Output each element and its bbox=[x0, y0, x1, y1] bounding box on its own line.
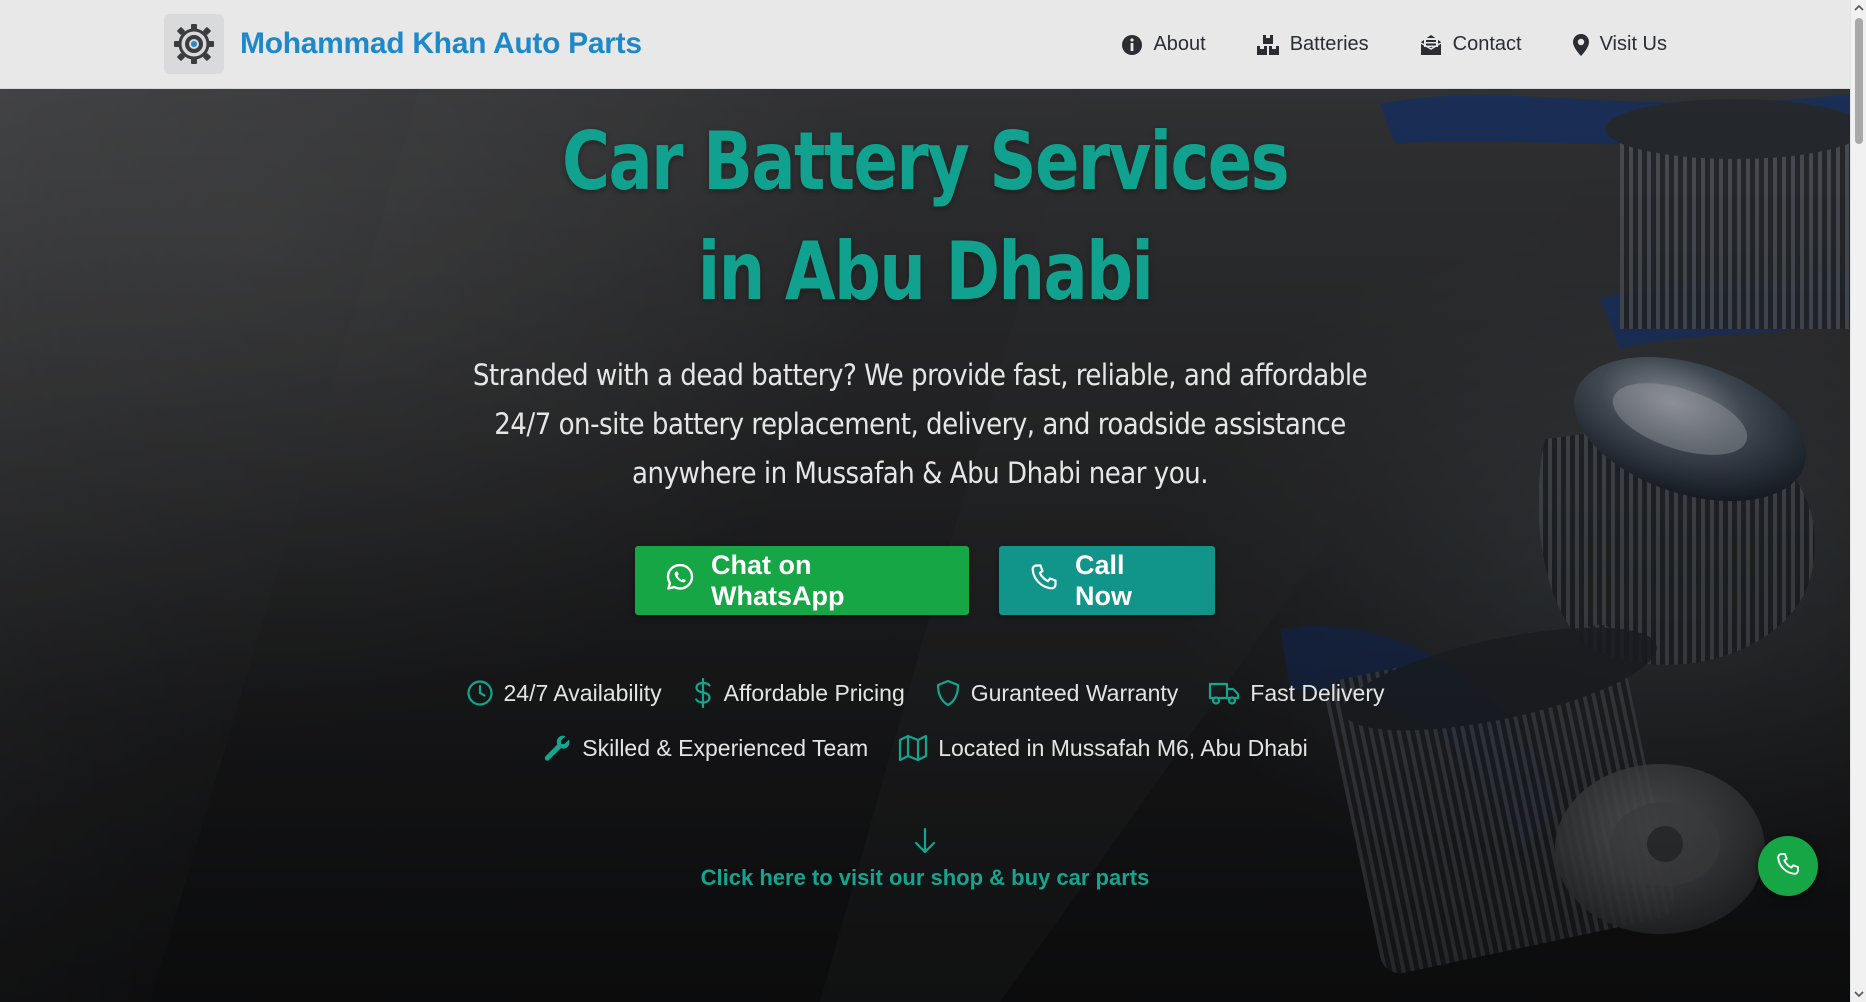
nav-label-contact: Contact bbox=[1452, 33, 1522, 55]
nav-item-about[interactable]: About bbox=[1121, 33, 1206, 56]
arrow-down-icon bbox=[0, 827, 1850, 861]
feature-item: Guranteed Warranty bbox=[935, 679, 1179, 707]
shop-link[interactable]: Click here to visit our shop & buy car p… bbox=[0, 827, 1850, 891]
phone-icon bbox=[1029, 562, 1059, 599]
features-row-2: Skilled & Experienced Team Located in Mu… bbox=[542, 733, 1308, 763]
brand-name: Mohammad Khan Auto Parts bbox=[240, 27, 642, 60]
scroll-down-icon[interactable] bbox=[1851, 986, 1866, 1002]
floating-call-button[interactable] bbox=[1758, 836, 1818, 896]
hero-title-line-1: Car Battery Services bbox=[561, 115, 1290, 208]
clock-icon bbox=[466, 679, 494, 707]
feature-label: 24/7 Availability bbox=[503, 679, 662, 706]
envelope-icon bbox=[1419, 34, 1443, 56]
nav-label-visit-us: Visit Us bbox=[1599, 33, 1667, 55]
feature-label: Guranteed Warranty bbox=[970, 679, 1179, 706]
feature-item: Located in Mussafah M6, Abu Dhabi bbox=[898, 734, 1308, 762]
feature-label: Fast Delivery bbox=[1250, 679, 1385, 706]
feature-item: Affordable Pricing bbox=[692, 678, 905, 708]
page: Mohammad Khan Auto Parts About Batteries… bbox=[0, 0, 1866, 1002]
site-header: Mohammad Khan Auto Parts About Batteries… bbox=[0, 0, 1850, 89]
nav-item-visit-us[interactable]: Visit Us bbox=[1572, 33, 1667, 57]
wrench-icon bbox=[542, 733, 572, 763]
shield-icon bbox=[935, 679, 961, 707]
feature-label: Skilled & Experienced Team bbox=[582, 734, 869, 761]
hero-title: Car Battery Services in Abu Dhabi bbox=[167, 107, 1684, 327]
whatsapp-icon bbox=[665, 562, 695, 599]
call-now-button-label: Call Now bbox=[1075, 549, 1132, 611]
feature-item: Fast Delivery bbox=[1208, 680, 1384, 707]
whatsapp-button-label: Chat on WhatsApp bbox=[711, 549, 845, 611]
nav-item-contact[interactable]: Contact bbox=[1419, 33, 1522, 56]
dollar-icon bbox=[692, 678, 714, 708]
main-nav: About Batteries Contact Visit Us bbox=[1121, 0, 1667, 89]
nav-label-about: About bbox=[1153, 33, 1206, 55]
feature-item: Skilled & Experienced Team bbox=[542, 733, 868, 763]
feature-label: Located in Mussafah M6, Abu Dhabi bbox=[938, 734, 1308, 761]
nav-item-batteries[interactable]: Batteries bbox=[1256, 33, 1369, 56]
features-list: 24/7 Availability Affordable Pricing Gur… bbox=[0, 678, 1850, 763]
phone-icon bbox=[1775, 851, 1801, 882]
boxes-icon bbox=[1256, 34, 1280, 56]
feature-item: 24/7 Availability bbox=[466, 679, 662, 707]
truck-icon bbox=[1208, 680, 1240, 706]
whatsapp-button[interactable]: Chat on WhatsApp bbox=[635, 546, 969, 615]
info-icon bbox=[1121, 34, 1143, 56]
map-pin-icon bbox=[1572, 33, 1590, 57]
brand-link[interactable]: Mohammad Khan Auto Parts bbox=[164, 14, 642, 74]
gear-logo-icon bbox=[164, 14, 224, 74]
hero-section: Car Battery Services in Abu Dhabi Strand… bbox=[0, 89, 1850, 1002]
page-scrollbar[interactable] bbox=[1850, 0, 1866, 1002]
nav-label-batteries: Batteries bbox=[1289, 33, 1369, 55]
cta-buttons: Chat on WhatsApp Call Now bbox=[0, 546, 1850, 615]
shop-link-label: Click here to visit our shop & buy car p… bbox=[700, 865, 1150, 890]
map-icon bbox=[898, 734, 928, 762]
hero-subtitle: Stranded with a dead battery? We provide… bbox=[472, 358, 1368, 490]
features-row-1: 24/7 Availability Affordable Pricing Gur… bbox=[466, 678, 1384, 708]
scroll-up-icon[interactable] bbox=[1851, 0, 1866, 16]
call-now-button[interactable]: Call Now bbox=[999, 546, 1215, 615]
scrollbar-thumb[interactable] bbox=[1855, 18, 1863, 144]
hero-title-line-2: in Abu Dhabi bbox=[697, 225, 1154, 318]
feature-label: Affordable Pricing bbox=[723, 679, 905, 706]
